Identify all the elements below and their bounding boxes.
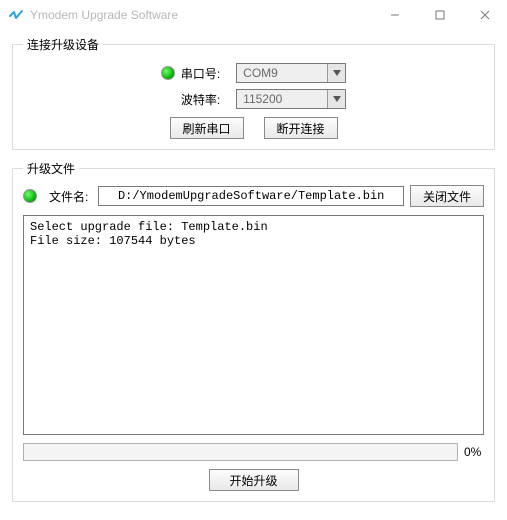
file-group: 升级文件 文件名: D:/YmodemUpgradeSoftware/Templ…	[12, 160, 495, 502]
file-name-label: 文件名:	[49, 188, 88, 205]
baud-select[interactable]: 115200	[236, 89, 346, 109]
baud-select-value: 115200	[237, 90, 304, 108]
titlebar: Ymodem Upgrade Software	[0, 0, 507, 30]
port-label: 串口号:	[181, 65, 220, 82]
log-textarea[interactable]: Select upgrade file: Template.bin File s…	[23, 215, 484, 435]
port-select[interactable]: COM9	[236, 63, 346, 83]
close-file-button[interactable]: 关闭文件	[410, 185, 484, 207]
window-title: Ymodem Upgrade Software	[30, 8, 178, 22]
device-group: 连接升级设备 串口号: COM9 波特率: 115200	[12, 36, 495, 150]
window-controls	[372, 0, 507, 30]
disconnect-button[interactable]: 断开连接	[264, 117, 338, 139]
device-legend: 连接升级设备	[23, 36, 103, 53]
port-led-icon	[161, 66, 175, 80]
progress-bar	[23, 443, 458, 461]
port-select-value: COM9	[237, 64, 300, 82]
file-legend: 升级文件	[23, 160, 79, 177]
progress-percent: 0%	[464, 445, 484, 459]
refresh-port-button[interactable]: 刷新串口	[170, 117, 244, 139]
app-logo-icon	[8, 7, 24, 23]
chevron-down-icon	[327, 64, 345, 82]
baud-label: 波特率:	[181, 93, 220, 107]
file-path-field[interactable]: D:/YmodemUpgradeSoftware/Template.bin	[98, 186, 404, 206]
maximize-button[interactable]	[417, 0, 462, 30]
minimize-button[interactable]	[372, 0, 417, 30]
chevron-down-icon	[327, 90, 345, 108]
start-upgrade-button[interactable]: 开始升级	[209, 469, 299, 491]
file-led-icon	[23, 189, 37, 203]
close-button[interactable]	[462, 0, 507, 30]
